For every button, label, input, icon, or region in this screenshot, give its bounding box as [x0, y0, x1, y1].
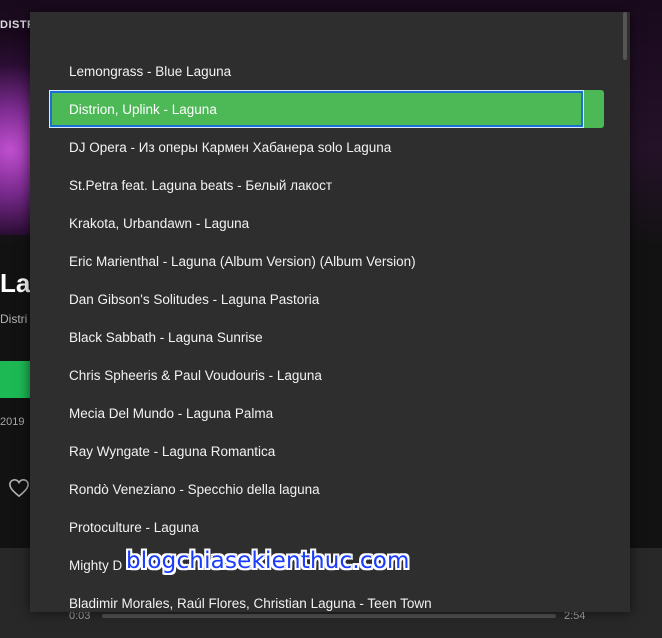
play-button[interactable]: [0, 361, 30, 398]
heart-icon[interactable]: [8, 478, 30, 498]
suggestion-item[interactable]: Chris Spheeris & Paul Voudouris - Laguna: [30, 356, 604, 394]
suggestion-item[interactable]: Dan Gibson's Solitudes - Laguna Pastoria: [30, 280, 604, 318]
suggestion-item[interactable]: Lemongrass - Blue Laguna: [30, 52, 604, 90]
selected-row-tail: [584, 90, 604, 128]
suggestion-item-selected[interactable]: Distrion, Uplink - Laguna: [49, 90, 584, 128]
suggestion-item[interactable]: Ray Wyngate - Laguna Romantica: [30, 432, 604, 470]
album-art: [0, 30, 34, 235]
popup-scrollbar[interactable]: [623, 12, 627, 60]
suggestion-item[interactable]: Mecia Del Mundo - Laguna Palma: [30, 394, 604, 432]
suggestion-item[interactable]: Bladimir Morales, Raúl Flores, Christian…: [30, 584, 604, 612]
suggestion-item[interactable]: Black Sabbath - Laguna Sunrise: [30, 318, 604, 356]
suggestion-list: Lemongrass - Blue Laguna Distrion, Uplink…: [30, 52, 604, 612]
suggestion-item[interactable]: St.Petra feat. Laguna beats - Белый лако…: [30, 166, 604, 204]
progress-bar[interactable]: [102, 614, 556, 618]
suggestion-item[interactable]: Eric Marienthal - Laguna (Album Version)…: [30, 242, 604, 280]
suggestion-item[interactable]: Rondò Veneziano - Specchio della laguna: [30, 470, 604, 508]
suggestion-item[interactable]: Krakota, Urbandawn - Laguna: [30, 204, 604, 242]
suggestion-item[interactable]: DJ Opera - Из оперы Кармен Хабанера solo…: [30, 128, 604, 166]
watermark: blogchiasekienthuc.com: [126, 548, 410, 574]
autocomplete-popup: Lemongrass - Blue Laguna Distrion, Uplink…: [30, 12, 630, 612]
album-artist[interactable]: Distri: [0, 312, 27, 326]
album-title: La: [0, 268, 31, 298]
suggestion-item[interactable]: Protoculture - Laguna: [30, 508, 604, 546]
release-year: 2019: [0, 416, 25, 428]
